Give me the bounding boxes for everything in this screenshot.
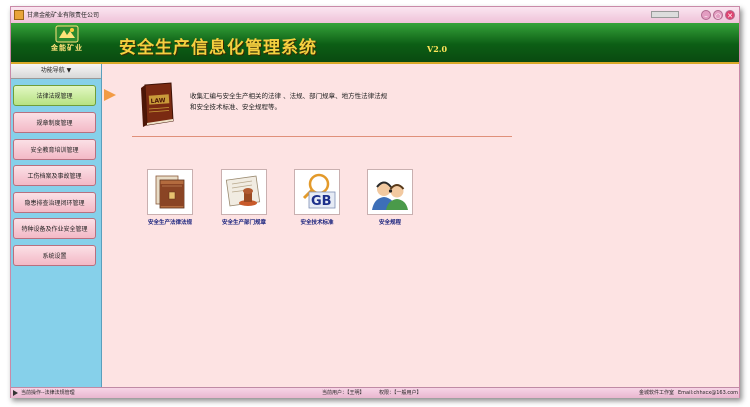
nav-item-injury-accident[interactable]: 工伤档案及事故管理 <box>13 165 96 186</box>
app-window: 甘肃金能矿业有限责任公司 – ○ ✕ 金能矿业 安全生产信息化管理系统 V2.0… <box>10 6 740 398</box>
module-label: 安全生产法律法规 <box>147 220 192 226</box>
module-safety-procedures[interactable]: 安全规程 <box>361 169 419 226</box>
status-current-user: 当前用户：【王明】 <box>322 390 365 396</box>
close-button[interactable]: ✕ <box>725 10 735 20</box>
maximize-button[interactable]: ○ <box>713 10 723 20</box>
system-title: 安全生产信息化管理系统 <box>119 38 317 58</box>
divider <box>132 136 512 137</box>
app-icon <box>14 10 24 20</box>
company-logo-icon <box>55 25 79 43</box>
nav-item-safety-training[interactable]: 安全教育培训管理 <box>13 139 96 160</box>
nav-item-law-management[interactable]: 法律法规管理 <box>13 85 96 106</box>
module-law-regulations[interactable]: 安全生产法律法规 <box>141 169 199 226</box>
nav-header[interactable]: 功能导航 ▼ <box>11 64 101 79</box>
nav-item-special-equipment[interactable]: 特种设备及作业安全管理 <box>13 218 96 239</box>
status-permission: 权限：【一般用户】 <box>379 390 422 396</box>
sidebar-nav: 功能导航 ▼ 法律法规管理 规章制度管理 安全教育培训管理 工伤档案及事故管理 … <box>11 64 102 387</box>
intro-text: 收集汇编与安全生产相关的法律 、法规、部门规章、地方性法律法规 和安全技术标准、… <box>190 91 430 113</box>
logo-text: 金能矿业 <box>51 44 83 52</box>
module-label: 安全技术标准 <box>300 220 334 226</box>
module-label: 安全规程 <box>378 220 401 226</box>
nav-item-system-settings[interactable]: 系统设置 <box>13 245 96 266</box>
intro-line-1: 收集汇编与安全生产相关的法律 、法规、部门规章、地方性法律法规 <box>190 92 388 100</box>
stamp-document-icon[interactable] <box>221 169 267 215</box>
window-title: 甘肃金能矿业有限责任公司 <box>27 12 100 19</box>
module-label: 安全生产部门规章 <box>221 220 266 226</box>
module-department-rules[interactable]: 安全生产部门规章 <box>215 169 273 226</box>
module-technical-standards[interactable]: GB 安全技术标准 <box>288 169 346 226</box>
input-method-indicator[interactable] <box>651 11 679 18</box>
gb-badge: GB <box>311 194 332 209</box>
main-content: LAW 收集汇编与安全生产相关的法律 、法规、部门规章、地方性法律法规 和安全技… <box>102 64 739 387</box>
status-email: Email:chhxcx@163.com <box>678 390 739 396</box>
pointer-arrow-icon <box>104 89 116 101</box>
minimize-button[interactable]: – <box>701 10 711 20</box>
status-bar: 当前操作--法律法规管理 当前用户：【王明】 权限：【一般用户】 金城软件工作室… <box>11 387 739 398</box>
law-book-icon: LAW <box>141 82 174 127</box>
status-operation: 当前操作--法律法规管理 <box>21 390 75 396</box>
nav-item-hazard-management[interactable]: 隐患排查治理闭环管理 <box>13 192 96 213</box>
intro-line-2: 和安全技术标准、安全规程等。 <box>190 103 281 111</box>
title-bar[interactable]: 甘肃金能矿业有限责任公司 – ○ ✕ <box>11 7 739 23</box>
gb-standard-search-icon[interactable]: GB <box>294 169 340 215</box>
status-studio: 金城软件工作室 <box>639 390 675 396</box>
support-people-icon[interactable] <box>367 169 413 215</box>
nav-item-rules-management[interactable]: 规章制度管理 <box>13 112 96 133</box>
header-banner: 金能矿业 安全生产信息化管理系统 V2.0 <box>11 23 739 64</box>
law-files-icon[interactable] <box>147 169 193 215</box>
status-arrow-icon <box>13 390 18 396</box>
book-label: LAW <box>150 97 166 105</box>
version-label: V2.0 <box>427 44 448 54</box>
